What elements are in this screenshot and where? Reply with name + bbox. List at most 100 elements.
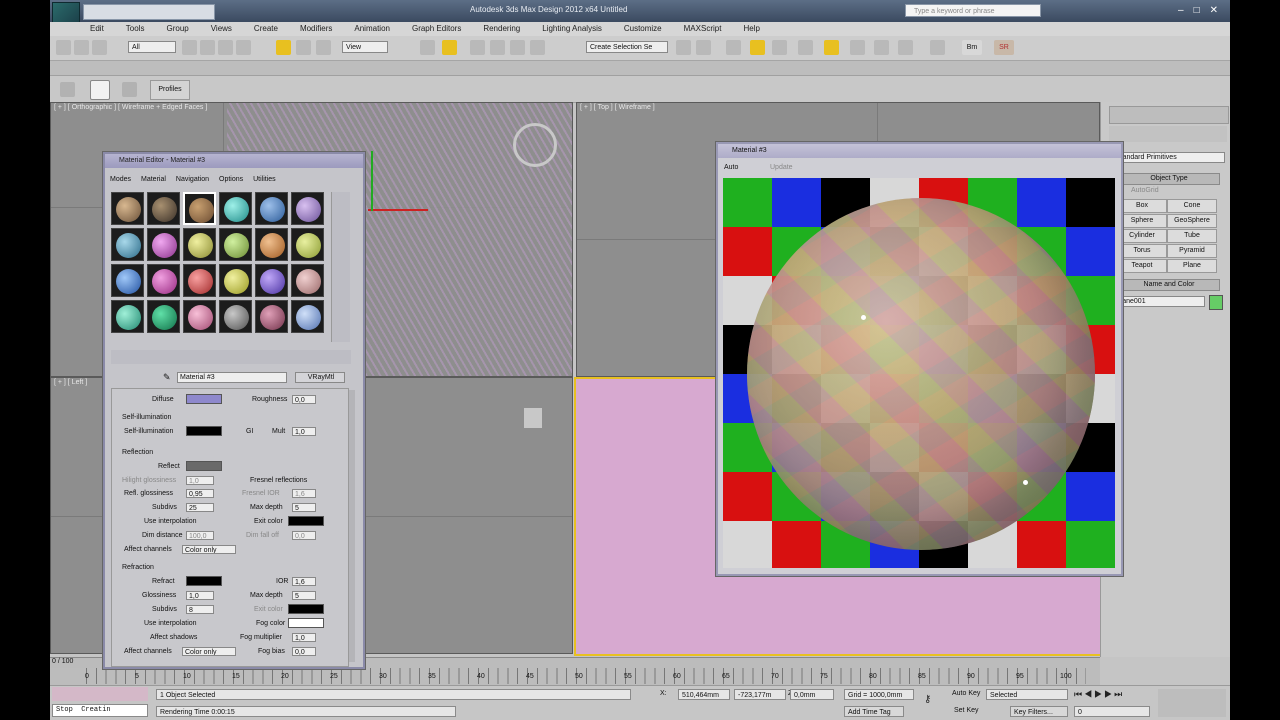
ior-field[interactable]: 1,6: [292, 577, 316, 586]
sample-slot[interactable]: [147, 300, 180, 333]
refl-affect-dropdown[interactable]: Color only: [182, 545, 236, 554]
material-editor-title[interactable]: Material Editor - Material #3: [105, 154, 363, 168]
menu-help[interactable]: Help: [732, 22, 770, 36]
angle-snap-icon[interactable]: [490, 40, 505, 55]
sample-slot[interactable]: [111, 264, 144, 297]
percent-snap-icon[interactable]: [510, 40, 525, 55]
set-key-button[interactable]: Set Key: [954, 707, 979, 714]
box-button[interactable]: Box: [1117, 199, 1167, 213]
pyramid-button[interactable]: Pyramid: [1167, 244, 1217, 258]
sample-slot[interactable]: [183, 300, 216, 333]
mult-field[interactable]: 1,0: [292, 427, 316, 436]
select-object-icon[interactable]: [182, 40, 197, 55]
refr-subdivs-field[interactable]: 8: [186, 605, 214, 614]
sample-slot[interactable]: [183, 264, 216, 297]
menu-views[interactable]: Views: [200, 22, 243, 36]
sample-slot[interactable]: [111, 192, 144, 225]
minimize-button[interactable]: –: [1178, 5, 1184, 16]
refl-gloss-field[interactable]: 0,95: [186, 489, 214, 498]
sample-slot[interactable]: [111, 300, 144, 333]
refr-exit-swatch[interactable]: [288, 604, 324, 614]
sample-slot[interactable]: [219, 264, 252, 297]
material-preview-window[interactable]: Material #3 Auto Update: [716, 142, 1123, 576]
autogrid-checkbox[interactable]: AutoGrid: [1131, 187, 1159, 194]
undo-icon[interactable]: [56, 40, 71, 55]
dim-distance-field[interactable]: 100,0: [186, 531, 214, 540]
sample-slot-active[interactable]: [183, 192, 216, 225]
fresnel-ior-field[interactable]: 1,6: [292, 489, 316, 498]
x-coordinate-field[interactable]: 510,464mm: [678, 689, 730, 700]
sample-slot[interactable]: [147, 228, 180, 261]
render-setup-icon[interactable]: [850, 40, 865, 55]
menu-create[interactable]: Create: [243, 22, 289, 36]
eyedropper-icon[interactable]: ✎: [163, 372, 173, 382]
command-panel-tabs[interactable]: [1109, 106, 1229, 124]
rendered-frame-window-icon[interactable]: [874, 40, 889, 55]
menu-material[interactable]: Material: [136, 174, 171, 186]
material-type-button[interactable]: VRayMtl: [295, 372, 345, 383]
pattern-icon[interactable]: [122, 82, 137, 97]
refr-affect-dropdown[interactable]: Color only: [182, 647, 236, 656]
y-coordinate-field[interactable]: -723,177m: [734, 689, 786, 700]
hilight-gloss-field[interactable]: 1,0: [186, 476, 214, 485]
diffuse-swatch[interactable]: [186, 394, 222, 404]
key-mode-dropdown[interactable]: Selected: [986, 689, 1068, 700]
torus-button[interactable]: Torus: [1117, 244, 1167, 258]
menu-navigation[interactable]: Navigation: [171, 174, 214, 186]
close-button[interactable]: ✕: [1210, 5, 1218, 16]
menu-modes[interactable]: Modes: [105, 174, 136, 186]
pivot-icon[interactable]: [420, 40, 435, 55]
sample-slot[interactable]: [255, 228, 288, 261]
quick-access-toolbar[interactable]: [83, 4, 215, 20]
create-category-icons[interactable]: [1109, 126, 1227, 142]
key-filters-button[interactable]: Key Filters...: [1010, 706, 1068, 717]
select-arrow-icon[interactable]: [90, 80, 110, 100]
maxscript-line[interactable]: Stop Creatin: [52, 704, 148, 717]
material-editor-icon[interactable]: [824, 40, 839, 55]
refl-subdivs-field[interactable]: 25: [186, 503, 214, 512]
self-illum-swatch[interactable]: [186, 426, 222, 436]
menu-group[interactable]: Group: [155, 22, 199, 36]
render-icon[interactable]: [898, 40, 913, 55]
align-icon[interactable]: [696, 40, 711, 55]
sample-slot[interactable]: [291, 264, 324, 297]
update-button[interactable]: Update: [770, 164, 793, 171]
menu-edit[interactable]: Edit: [50, 22, 115, 36]
menu-graph-editors[interactable]: Graph Editors: [401, 22, 472, 36]
material-preview-title[interactable]: Material #3: [718, 144, 1121, 158]
material-editor-toolbar[interactable]: [111, 350, 351, 364]
unlink-icon[interactable]: [92, 40, 107, 55]
refract-swatch[interactable]: [186, 576, 222, 586]
sample-slot[interactable]: [183, 228, 216, 261]
dim-falloff-field[interactable]: 0,0: [292, 531, 316, 540]
menu-utilities[interactable]: Utilities: [248, 174, 281, 186]
parameters-scrollbar[interactable]: [349, 390, 355, 662]
profiles-button[interactable]: Profiles: [150, 80, 190, 100]
sr-button[interactable]: SR: [994, 40, 1014, 55]
viewport-label-top-right[interactable]: [ + ] [ Top ] [ Wireframe ]: [580, 104, 655, 111]
curve-editor-icon[interactable]: [772, 40, 787, 55]
graphite-tool-icon[interactable]: [60, 82, 75, 97]
maxscript-listener-pink[interactable]: [52, 687, 148, 701]
layer-manager-icon[interactable]: [726, 40, 741, 55]
sample-slot[interactable]: [219, 228, 252, 261]
mirror-icon[interactable]: [676, 40, 691, 55]
rotate-icon[interactable]: [296, 40, 311, 55]
menu-animation[interactable]: Animation: [343, 22, 401, 36]
key-icon[interactable]: ⚷: [924, 694, 940, 706]
rect-region-icon[interactable]: [218, 40, 233, 55]
fog-multiplier-field[interactable]: 1,0: [292, 633, 316, 642]
graphite-toggle-icon[interactable]: [750, 40, 765, 55]
roughness-field[interactable]: 0,0: [292, 395, 316, 404]
sphere-button[interactable]: Sphere: [1117, 214, 1167, 228]
named-selection-dropdown[interactable]: Create Selection Se: [586, 41, 668, 53]
refr-maxdepth-field[interactable]: 5: [292, 591, 316, 600]
sample-slot[interactable]: [219, 300, 252, 333]
spinner-snap-icon[interactable]: [530, 40, 545, 55]
teapot-button[interactable]: Teapot: [1117, 259, 1167, 273]
menu-rendering[interactable]: Rendering: [472, 22, 531, 36]
viewport-label-bottom-left[interactable]: [ + ] [ Left ]: [54, 379, 87, 386]
object-name-input[interactable]: Plane001: [1113, 296, 1205, 307]
current-frame-field[interactable]: 0: [1074, 706, 1150, 717]
schematic-view-icon[interactable]: [798, 40, 813, 55]
